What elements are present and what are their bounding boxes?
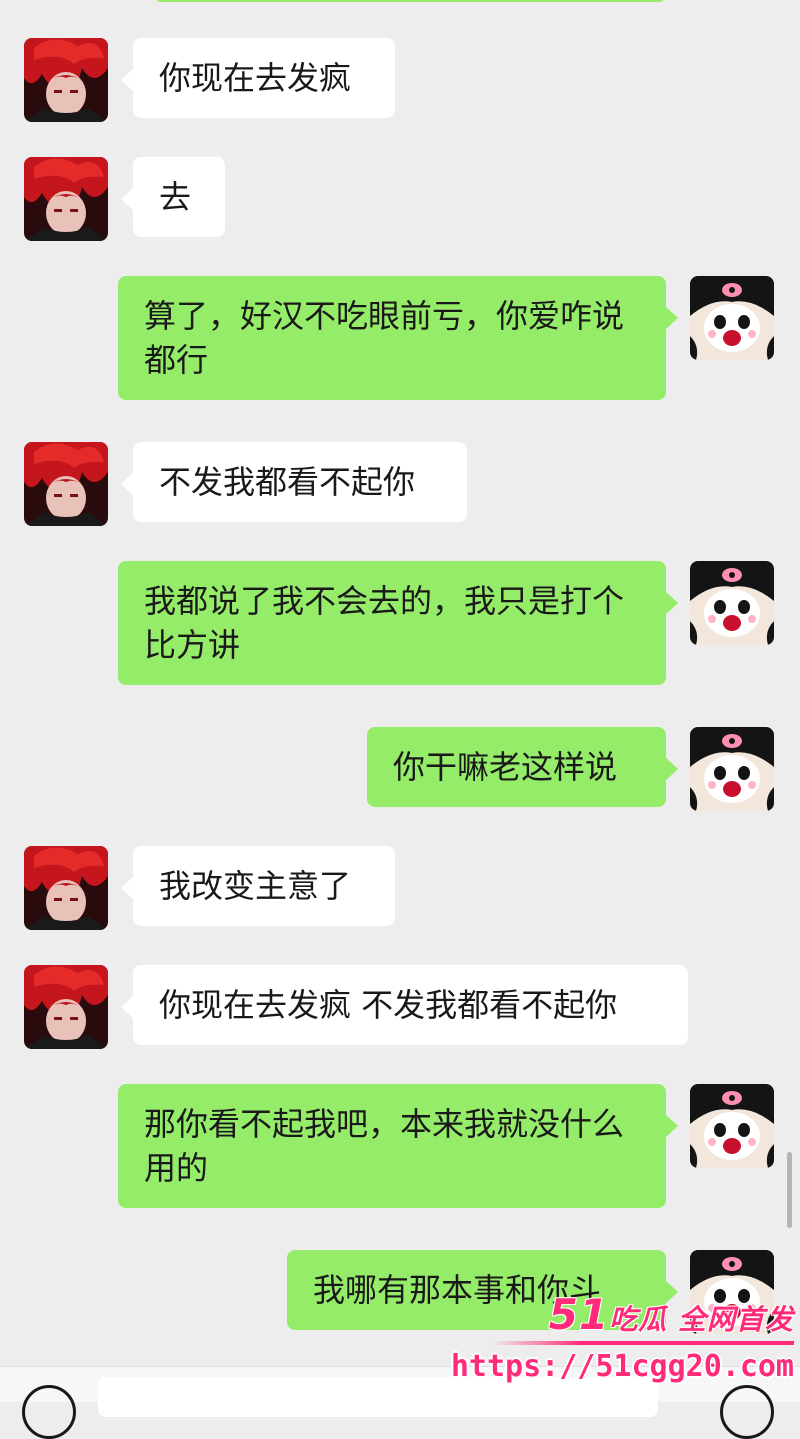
panda-cartoon-avatar-icon: [690, 1250, 774, 1334]
chat-scrollbar[interactable]: [787, 1152, 792, 1228]
incoming-message-bubble[interactable]: 不发我都看不起你: [121, 442, 467, 522]
outgoing-message-bubble[interactable]: 我都说了我不会去的，我只是打个比方讲: [118, 561, 678, 685]
message-text: 不发我都看不起你: [159, 463, 416, 501]
red-hair-anime-avatar-icon: [24, 442, 108, 526]
contact-avatar[interactable]: [24, 965, 108, 1049]
red-hair-anime-avatar-icon: [24, 157, 108, 241]
message-text: 我哪有那本事和你斗: [313, 1271, 602, 1309]
voice-input-button[interactable]: [22, 1385, 76, 1439]
chat-area[interactable]: 你现在去发疯 去 算了，好汉不吃眼前亏，你爱咋说都行 不发我都看不起你 我都说了…: [0, 0, 800, 1401]
own-avatar[interactable]: [690, 561, 774, 645]
message-input[interactable]: [98, 1377, 658, 1417]
panda-cartoon-avatar-icon: [690, 1084, 774, 1168]
message-text: 算了，好汉不吃眼前亏，你爱咋说都行: [144, 297, 625, 379]
red-hair-anime-avatar-icon: [24, 38, 108, 122]
contact-avatar[interactable]: [24, 157, 108, 241]
own-avatar[interactable]: [690, 276, 774, 360]
message-text: 我改变主意了: [159, 867, 352, 905]
outgoing-message-bubble[interactable]: 我哪有那本事和你斗: [287, 1250, 678, 1330]
outgoing-message-bubble[interactable]: 那你看不起我吧，本来我就没什么用的: [118, 1084, 678, 1208]
message-text: 我都说了我不会去的，我只是打个比方讲: [144, 582, 625, 664]
outgoing-message-bubble[interactable]: 你干嘛老这样说: [367, 727, 678, 807]
contact-avatar[interactable]: [24, 846, 108, 930]
input-toolbar: [0, 1366, 800, 1439]
own-avatar[interactable]: [690, 1250, 774, 1334]
more-options-button[interactable]: [720, 1385, 774, 1439]
panda-cartoon-avatar-icon: [690, 727, 774, 811]
incoming-message-bubble[interactable]: 你现在去发疯 不发我都看不起你: [121, 965, 688, 1045]
own-avatar[interactable]: [690, 727, 774, 811]
message-text: 你现在去发疯 不发我都看不起你: [159, 986, 618, 1024]
message-text: 去: [159, 178, 192, 216]
panda-cartoon-avatar-icon: [690, 561, 774, 645]
own-avatar[interactable]: [690, 1084, 774, 1168]
message-text: 你现在去发疯: [159, 59, 352, 97]
message-text: 那你看不起我吧，本来我就没什么用的: [144, 1105, 625, 1187]
message-text: 你干嘛老这样说: [393, 748, 618, 786]
previous-message-bubble-edge: [155, 0, 665, 2]
incoming-message-bubble[interactable]: 你现在去发疯: [121, 38, 395, 118]
panda-cartoon-avatar-icon: [690, 276, 774, 360]
contact-avatar[interactable]: [24, 442, 108, 526]
red-hair-anime-avatar-icon: [24, 846, 108, 930]
red-hair-anime-avatar-icon: [24, 965, 108, 1049]
outgoing-message-bubble[interactable]: 算了，好汉不吃眼前亏，你爱咋说都行: [118, 276, 678, 400]
contact-avatar[interactable]: [24, 38, 108, 122]
incoming-message-bubble[interactable]: 去: [121, 157, 225, 237]
incoming-message-bubble[interactable]: 我改变主意了: [121, 846, 395, 926]
